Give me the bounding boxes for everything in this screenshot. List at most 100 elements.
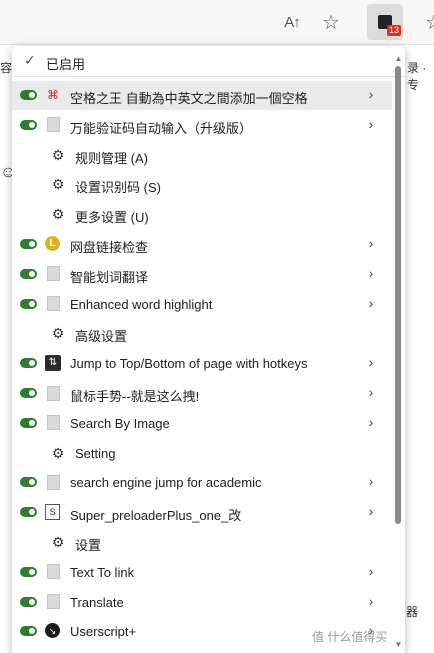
menu-item-script[interactable]: ⇅ Jump to Top/Bottom of page with hotkeys… bbox=[12, 349, 392, 378]
gear-icon: ⚙ bbox=[51, 176, 65, 193]
menu-item-label: 万能验证码自动输入（升级版） bbox=[70, 120, 253, 136]
chevron-right-icon: › bbox=[368, 592, 374, 609]
userscript-icon: ↘ bbox=[45, 623, 60, 639]
menu-item-script[interactable]: Enhanced word highlight › bbox=[12, 290, 392, 319]
watermark: 值 什么值得买 bbox=[312, 630, 388, 644]
page-icon bbox=[45, 266, 61, 282]
chevron-right-icon: › bbox=[368, 413, 374, 430]
enabled-label: 已启用 bbox=[46, 57, 86, 72]
enabled-toggle[interactable] bbox=[20, 507, 37, 518]
scroll-up-arrow-icon[interactable]: ▲ bbox=[392, 54, 405, 64]
chevron-right-icon: › bbox=[368, 86, 374, 102]
gold-circle-icon: L bbox=[45, 236, 60, 251]
menu-item-script[interactable]: search engine jump for academic › bbox=[12, 468, 392, 497]
enabled-toggle[interactable] bbox=[20, 626, 37, 637]
enabled-toggle[interactable] bbox=[20, 566, 37, 577]
menu-item-label: Search By Image bbox=[70, 415, 170, 431]
chevron-right-icon: › bbox=[368, 235, 374, 251]
menu-item-label: Translate bbox=[70, 594, 124, 610]
enabled-toggle[interactable] bbox=[20, 119, 37, 130]
gear-icon: ⚙ bbox=[51, 146, 65, 163]
enabled-toggle[interactable] bbox=[20, 298, 37, 309]
menu-subitem[interactable]: ⚙ 设置识别码 (S) bbox=[12, 170, 392, 199]
menu-subitem[interactable]: ⚙ 高级设置 bbox=[12, 319, 392, 348]
menu-item-label: Setting bbox=[75, 445, 116, 461]
menu-item-label: 高级设置 bbox=[75, 329, 128, 345]
book-icon: S bbox=[45, 504, 60, 521]
menu-subitem[interactable]: ⚙ 更多设置 (U) bbox=[12, 200, 392, 229]
enabled-toggle[interactable] bbox=[20, 596, 37, 607]
chevron-right-icon: › bbox=[368, 264, 374, 281]
menu-subitem[interactable]: ⚙ 规则管理 (A) bbox=[12, 141, 392, 170]
gear-icon: ⚙ bbox=[51, 206, 65, 223]
menu-item-label: 网盘链接检查 bbox=[70, 240, 149, 255]
menu-header-enabled[interactable]: ✓ 已启用 bbox=[12, 46, 405, 76]
menu-item-label: 鼠标手势--就是这么拽! bbox=[70, 389, 200, 404]
enabled-toggle[interactable] bbox=[20, 388, 37, 398]
tampermonkey-icon: 13 bbox=[378, 15, 401, 36]
chevron-right-icon: › bbox=[368, 354, 374, 371]
extension-badge: 13 bbox=[386, 25, 401, 36]
collections-icon[interactable]: ☆ bbox=[420, 8, 434, 36]
check-icon: ✓ bbox=[24, 52, 36, 68]
chevron-right-icon: › bbox=[368, 562, 374, 579]
menu-item-script[interactable]: 智能划词翻译 › bbox=[12, 260, 392, 289]
gear-icon: ⚙ bbox=[51, 325, 65, 342]
menu-item-label: Super_preloaderPlus_one_改 bbox=[70, 508, 242, 524]
menu-item-script[interactable]: Translate › bbox=[12, 588, 392, 617]
enabled-toggle[interactable] bbox=[20, 268, 37, 279]
page-icon bbox=[45, 117, 61, 133]
menu-subitem[interactable]: ⚙ Setting bbox=[12, 439, 392, 468]
menu-divider bbox=[12, 76, 405, 77]
menu-item-label: 设置识别码 (S) bbox=[75, 180, 161, 196]
tampermonkey-extension-button[interactable]: 13 bbox=[367, 4, 403, 40]
read-aloud-icon[interactable]: A↑ bbox=[278, 8, 306, 36]
page-fragment: 录 · 专 bbox=[407, 61, 427, 92]
enabled-toggle[interactable] bbox=[20, 239, 37, 249]
page-icon bbox=[45, 474, 61, 490]
menu-item-script[interactable]: ⌘ 空格之王 自動為中英文之間添加一個空格 › bbox=[12, 81, 392, 110]
scroll-down-arrow-icon[interactable]: ▼ bbox=[392, 640, 405, 650]
gear-icon: ⚙ bbox=[51, 444, 65, 461]
chevron-right-icon: › bbox=[368, 384, 374, 400]
chevron-right-icon: › bbox=[368, 503, 374, 520]
menu-item-label: Text To link bbox=[70, 564, 135, 580]
menu-item-label: 设置 bbox=[75, 538, 102, 553]
page-icon bbox=[45, 385, 61, 401]
menu-item-label: Jump to Top/Bottom of page with hotkeys bbox=[70, 356, 308, 372]
menu-item-script[interactable]: S Super_preloaderPlus_one_改 › bbox=[12, 498, 392, 527]
page-fragment: 器 bbox=[406, 605, 419, 619]
chevron-right-icon: › bbox=[368, 473, 374, 490]
menu-subitem[interactable]: ⚙ 设置 bbox=[12, 528, 392, 557]
enabled-toggle[interactable] bbox=[20, 477, 37, 488]
menu-item-script[interactable]: Search By Image › bbox=[12, 409, 392, 438]
chevron-right-icon: › bbox=[368, 115, 374, 132]
menu-item-label: Userscript+ bbox=[70, 624, 137, 640]
menu-item-script[interactable]: Text To link › bbox=[12, 558, 392, 587]
menu-item-label: search engine jump for academic bbox=[70, 475, 262, 491]
scrollbar-thumb[interactable] bbox=[395, 66, 401, 524]
page-icon bbox=[45, 594, 61, 610]
browser-toolbar: A↑ ☆ 13 ☆ bbox=[0, 0, 434, 45]
enabled-toggle[interactable] bbox=[20, 417, 37, 428]
page-icon bbox=[45, 415, 61, 431]
space-icon: ⌘ bbox=[47, 88, 59, 102]
enabled-toggle[interactable] bbox=[20, 358, 37, 369]
menu-item-script[interactable]: L 网盘链接检查 › bbox=[12, 230, 392, 259]
menu-item-label: 智能划词翻译 bbox=[70, 269, 149, 285]
menu-item-script[interactable]: 鼠标手势--就是这么拽! › bbox=[12, 379, 392, 408]
page-fragment: 容 bbox=[0, 61, 13, 75]
menu-item-label: 更多设置 (U) bbox=[75, 210, 149, 226]
chevron-right-icon: › bbox=[368, 294, 374, 311]
updown-icon: ⇅ bbox=[45, 355, 61, 372]
menu-item-label: 空格之王 自動為中英文之間添加一個空格 bbox=[70, 91, 308, 106]
page-icon bbox=[45, 564, 61, 580]
gear-icon: ⚙ bbox=[51, 534, 65, 550]
menu-item-script[interactable]: 万能验证码自动输入（升级版） › bbox=[12, 111, 392, 140]
favorite-icon[interactable]: ☆ bbox=[317, 8, 345, 36]
enabled-toggle[interactable] bbox=[20, 90, 37, 100]
page-icon bbox=[45, 296, 61, 312]
menu-item-label: 规则管理 (A) bbox=[75, 150, 148, 166]
menu-item-label: Enhanced word highlight bbox=[70, 296, 213, 312]
extension-dropdown-menu: ✓ 已启用 ⌘ 空格之王 自動為中英文之間添加一個空格 › 万能验证码自动输入（升级版… bbox=[12, 46, 405, 653]
